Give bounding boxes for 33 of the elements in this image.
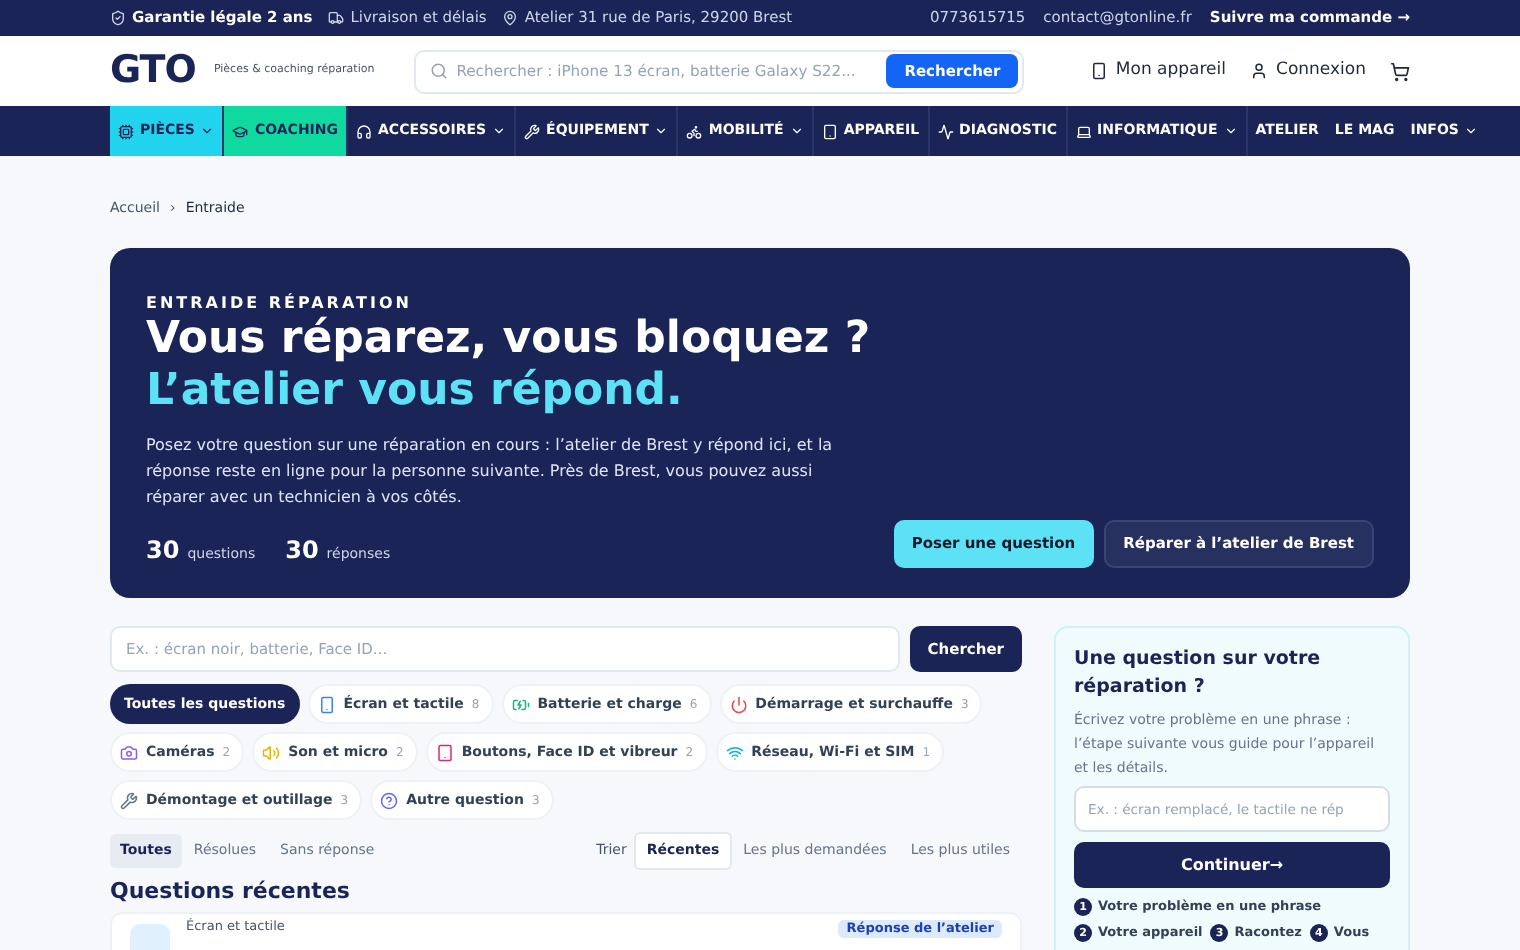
truck-icon (328, 10, 345, 26)
hero-description: Posez votre question sur une réparation en cours : l’atelier de Brest y répond ici, et la réponse reste en ligne pour la personne suivante. Près de Brest, vous pouvez aussi réparer avec un technicien à vos côtés. (146, 434, 835, 510)
caret-icon (1464, 124, 1479, 138)
caret-icon (200, 124, 215, 138)
stat-value: 30 (146, 534, 180, 568)
wrench-icon (524, 123, 541, 139)
device-link[interactable]: Mon appareil (1089, 58, 1227, 84)
hero-title: Vous réparez, vous bloquez ? (146, 312, 873, 368)
section-title: Questions récentes (110, 877, 352, 905)
phone-icon (1089, 62, 1108, 80)
caret-icon (789, 124, 804, 138)
laptop-icon (1075, 123, 1091, 139)
chip-icon (118, 123, 134, 139)
caret-icon (1223, 124, 1238, 138)
map-pin-icon (502, 10, 519, 26)
caret-icon (492, 124, 507, 138)
stat-value: 30 (285, 534, 319, 568)
user-icon (1250, 62, 1269, 80)
login-link[interactable]: Connexion (1250, 58, 1366, 84)
graduation-cap-icon (232, 123, 249, 139)
caret-icon (654, 124, 669, 138)
pulse-icon (937, 123, 954, 139)
cart-icon[interactable] (1390, 61, 1410, 81)
hero-subtitle: L’atelier vous répond. (146, 364, 685, 420)
tablet-icon (821, 123, 838, 139)
bike-icon (686, 123, 703, 139)
continue-button[interactable]: Continuer→ (1074, 842, 1390, 888)
ask-panel-title: Une question sur votre réparation ? (1074, 646, 1323, 702)
search-icon (430, 62, 449, 80)
hero-eyebrow: ENTRAIDE RÉPARATION (146, 296, 414, 312)
headphones-icon (356, 123, 373, 139)
shield-icon (110, 10, 126, 26)
logo[interactable]: GTO (110, 52, 196, 90)
